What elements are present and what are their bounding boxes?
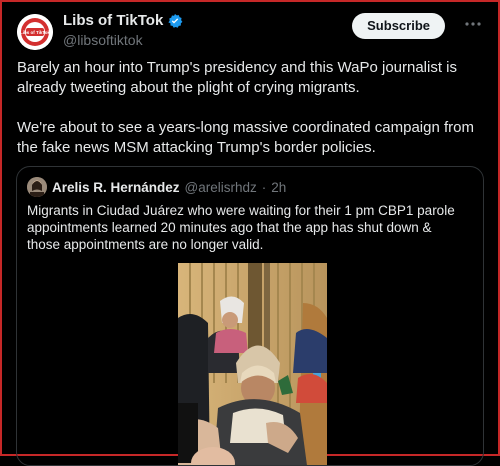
- verified-badge-icon: [168, 13, 183, 28]
- separator-dot: ·: [261, 179, 267, 195]
- author-name[interactable]: Libs of TikTok: [63, 12, 163, 29]
- quoted-author-name: Arelis R. Hernández: [52, 179, 180, 195]
- tweet-text: Barely an hour into Trump's presidency a…: [17, 58, 487, 178]
- author-avatar[interactable]: Libs of TikTok: [17, 14, 53, 50]
- more-options-icon[interactable]: [463, 15, 483, 35]
- quoted-author-handle: @arelisrhdz: [184, 179, 257, 195]
- quoted-author-avatar: [27, 177, 47, 197]
- quoted-tweet[interactable]: Arelis R. Hernández @arelisrhdz · 2h Mig…: [16, 166, 484, 466]
- tweet-paragraph: We're about to see a years-long massive …: [17, 119, 474, 156]
- quoted-tweet-photo[interactable]: [178, 263, 327, 465]
- quoted-tweet-header: Arelis R. Hernández @arelisrhdz · 2h: [27, 177, 286, 197]
- quoted-timestamp: 2h: [271, 179, 287, 195]
- tweet-header: Libs of TikTok Libs of TikTok @libsoftik…: [17, 12, 483, 52]
- subscribe-button[interactable]: Subscribe: [352, 13, 445, 39]
- tweet-paragraph: Barely an hour into Trump's presidency a…: [17, 59, 458, 96]
- author-handle[interactable]: @libsoftiktok: [63, 32, 143, 48]
- avatar-logo-text: Libs of TikTok: [20, 30, 51, 35]
- quoted-tweet-text: Migrants in Ciudad Juárez who were waiti…: [27, 203, 455, 252]
